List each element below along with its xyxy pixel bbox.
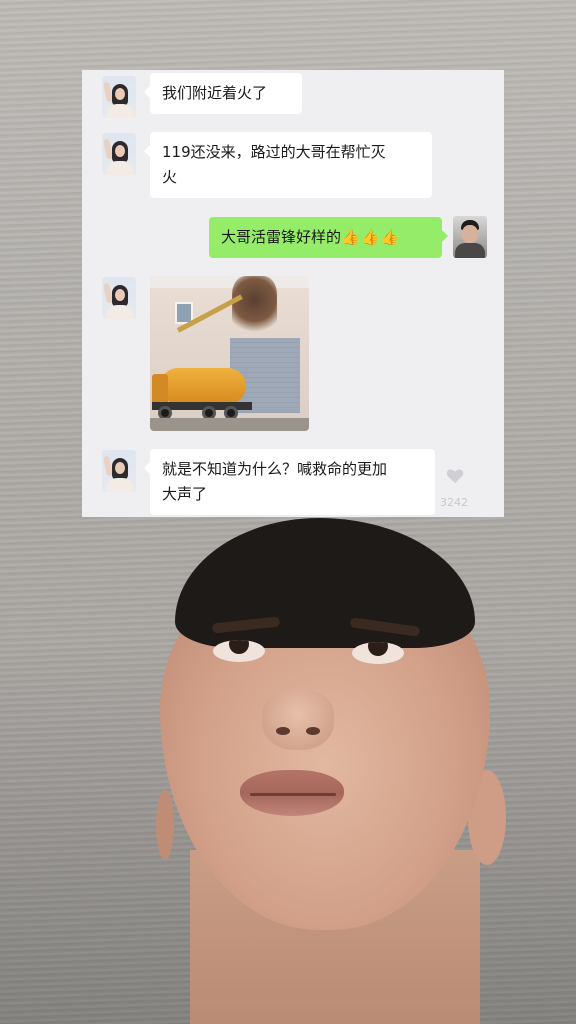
message-text: 大哥活雷锋好样的: [221, 228, 342, 246]
person-left-eye: [213, 640, 265, 662]
message-text: 大声了: [162, 485, 208, 503]
message-bubble-outgoing[interactable]: 大哥活雷锋好样的👍👍👍: [209, 217, 448, 258]
message-bubble[interactable]: 119还没来，路过的大哥在帮忙灭 火: [144, 132, 432, 198]
message-text: 就是不知道为什么？喊救命的更加: [162, 460, 388, 478]
person-mouth-line: [250, 793, 336, 796]
person-nose: [262, 690, 334, 750]
like-count: 3242: [440, 496, 468, 509]
person-right-eye: [352, 642, 404, 664]
tanker-truck-tank: [160, 368, 246, 404]
thumbs-up-emoji: 👍👍👍: [341, 228, 401, 246]
smoke-fire: [232, 276, 277, 336]
female-avatar[interactable]: [102, 76, 136, 118]
message-text: 我们附近着火了: [162, 84, 268, 102]
female-avatar[interactable]: [102, 450, 136, 492]
message-text: 119还没来，路过的大哥在帮忙灭: [162, 143, 386, 161]
female-avatar[interactable]: [102, 277, 136, 319]
person-nostril: [306, 727, 320, 735]
photo-message-tanker-truck[interactable]: [150, 276, 309, 431]
message-text: 火: [162, 168, 178, 186]
female-avatar[interactable]: [102, 133, 136, 175]
heart-icon[interactable]: [446, 468, 464, 484]
message-bubble[interactable]: 就是不知道为什么？喊救命的更加 大声了: [144, 449, 435, 515]
message-bubble[interactable]: 我们附近着火了: [144, 73, 302, 114]
person-left-ear: [156, 790, 174, 860]
chat-screenshot: 我们附近着火了 119还没来，路过的大哥在帮忙灭 火 大哥活雷锋好样的👍👍👍 就…: [82, 70, 504, 517]
male-avatar[interactable]: [453, 216, 487, 258]
person-nostril: [276, 727, 290, 735]
